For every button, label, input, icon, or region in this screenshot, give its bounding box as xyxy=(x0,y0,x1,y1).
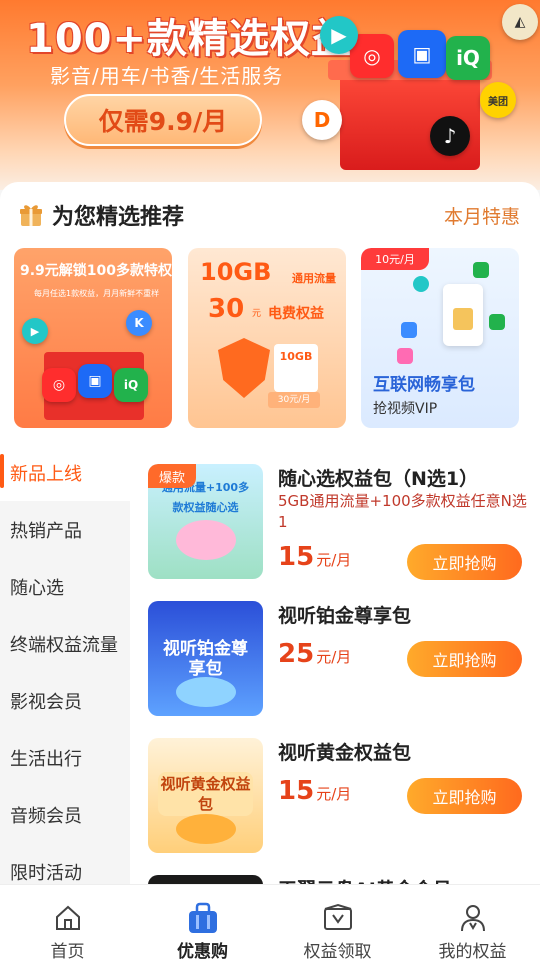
buy-now-button[interactable]: 立即抢购 xyxy=(407,544,522,580)
petrochina-icon: ◭ xyxy=(502,4,538,40)
card-data-amount: 10GB xyxy=(200,258,272,286)
user-icon xyxy=(456,901,490,935)
iqiyi-icon xyxy=(473,262,489,278)
card-subtitle: 每月任选1款权益，月月新鲜不重样 xyxy=(34,289,160,298)
youku-icon: ▣ xyxy=(78,364,112,398)
tencent-video-icon: ▶ xyxy=(22,318,48,344)
category-device-data[interactable]: 终端权益流量 xyxy=(0,615,130,672)
kugou-icon: K xyxy=(126,310,152,336)
tab-my-rights[interactable]: 我的权益 xyxy=(405,885,540,974)
price-value: 15 xyxy=(278,776,315,806)
tencent-video-icon xyxy=(413,276,429,292)
category-free-choice[interactable]: 随心选 xyxy=(0,558,130,615)
youku-icon: ▣ xyxy=(398,30,446,78)
card-benefit-unit: 元 xyxy=(252,309,262,319)
tab-label: 权益领取 xyxy=(303,942,372,962)
product-item[interactable]: 视听黄金权益包 视听黄金权益包 15 元/月 立即抢购 xyxy=(130,738,540,868)
category-new[interactable]: 新品上线 xyxy=(0,444,130,501)
vip-illustration xyxy=(176,520,236,560)
card-benefit-amount: 30 xyxy=(208,294,245,324)
product-list: 通用流量+100多款权益随心选 爆款 随心选权益包（N选1） 5GB通用流量+1… xyxy=(130,444,540,884)
product-price: 15 元/月 xyxy=(278,776,351,806)
diamond-icon xyxy=(401,322,417,338)
card-benefit-label: 电费权益 xyxy=(268,306,324,322)
sim-chip-icon xyxy=(453,308,473,330)
meituan-icon: 美团 xyxy=(480,82,516,118)
card-data-label: 通用流量 xyxy=(292,272,336,285)
category-hot[interactable]: 热销产品 xyxy=(0,501,130,558)
thumbnail-text: 视听铂金尊享包 xyxy=(163,639,248,679)
recommend-header: 为您精选推荐 xyxy=(18,200,184,230)
product-title: 视听铂金尊享包 xyxy=(278,605,412,627)
price-value: 15 xyxy=(278,542,315,572)
play-illustration xyxy=(176,814,236,844)
category-life-travel[interactable]: 生活出行 xyxy=(0,729,130,786)
tab-home[interactable]: 首页 xyxy=(0,885,135,974)
price-unit: 元/月 xyxy=(316,648,352,666)
recommend-title: 为您精选推荐 xyxy=(52,205,185,230)
home-icon xyxy=(51,901,85,935)
buy-now-button[interactable]: 立即抢购 xyxy=(407,778,522,814)
iqiyi-icon: iQ xyxy=(114,368,148,402)
netease-music-icon: ◎ xyxy=(42,368,76,402)
recommend-card-rights[interactable]: 9.9元解锁100多款特权 每月任选1款权益，月月新鲜不重样 ◎ ▣ iQ ▶ … xyxy=(14,248,172,428)
banner-cta-button[interactable]: 仅需9.9/月 xyxy=(64,94,262,146)
product-thumbnail xyxy=(148,875,263,884)
gift-box-illustration: ◎ ▣ iQ ♪ 美团 D ▶ ◭ xyxy=(280,0,540,185)
price-unit: 元/月 xyxy=(316,551,352,569)
card-sim-tag: 10GB xyxy=(274,344,318,392)
lightning-shield-icon xyxy=(218,338,270,398)
product-thumbnail: 视听黄金权益包 xyxy=(148,738,263,853)
hot-badge: 爆款 xyxy=(148,464,196,488)
product-item[interactable]: 天翼云盘AI黄金会员 xyxy=(130,875,540,884)
category-audio-vip[interactable]: 音频会员 xyxy=(0,786,130,843)
price-unit: 元/月 xyxy=(316,785,352,803)
recommend-section: 为您精选推荐 本月特惠 9.9元解锁100多款特权 每月任选1款权益，月月新鲜不… xyxy=(0,182,540,444)
card-price-tag: 30元/月 xyxy=(268,392,320,408)
product-price: 15 元/月 xyxy=(278,542,351,572)
tencent-video-icon: ▶ xyxy=(320,16,358,54)
thumbnail-text: 视听黄金权益包 xyxy=(158,772,253,816)
card-price-tag: 10元/月 xyxy=(361,248,429,270)
shopping-bag-icon xyxy=(186,901,220,935)
banner-subtitle: 影音/用车/书香/生活服务 xyxy=(50,64,284,88)
product-title: 随心选权益包（N选1） xyxy=(278,468,479,490)
tab-label: 优惠购 xyxy=(177,942,228,962)
play-illustration xyxy=(176,677,236,707)
tab-claim-rights[interactable]: 权益领取 xyxy=(270,885,405,974)
product-description: 5GB通用流量+100多款权益任意N选1 xyxy=(278,492,527,531)
recommend-card-internet[interactable]: 10元/月 互联网畅享包 抢视频VIP xyxy=(361,248,519,428)
card-title: 9.9元解锁100多款特权 xyxy=(20,263,172,279)
tab-label: 我的权益 xyxy=(438,942,507,962)
voucher-icon xyxy=(321,901,355,935)
promo-banner[interactable]: 100+款精选权益 影音/用车/书香/生活服务 仅需9.9/月 ◎ ▣ iQ ♪… xyxy=(0,0,540,190)
recommend-card-data-electricity[interactable]: 10GB 通用流量 30 元 电费权益 10GB 30元/月 xyxy=(188,248,346,428)
product-item[interactable]: 通用流量+100多款权益随心选 爆款 随心选权益包（N选1） 5GB通用流量+1… xyxy=(130,464,540,594)
tab-label: 首页 xyxy=(50,942,85,962)
category-video-vip[interactable]: 影视会员 xyxy=(0,672,130,729)
didi-icon: D xyxy=(302,100,342,140)
gift-icon xyxy=(20,205,42,226)
product-thumbnail: 通用流量+100多款权益随心选 爆款 xyxy=(148,464,263,579)
product-price: 25 元/月 xyxy=(278,639,351,669)
buy-now-button[interactable]: 立即抢购 xyxy=(407,641,522,677)
product-item[interactable]: 视听铂金尊享包 视听铂金尊享包 25 元/月 立即抢购 xyxy=(130,601,540,731)
monthly-special-link[interactable]: 本月特惠 xyxy=(444,202,520,229)
tiktok-icon: ♪ xyxy=(430,116,470,156)
product-thumbnail: 视听铂金尊享包 xyxy=(148,601,263,716)
category-sidebar: 新品上线 热销产品 随心选 终端权益流量 影视会员 生活出行 音频会员 限时活动 xyxy=(0,444,130,884)
tab-deals[interactable]: 优惠购 xyxy=(135,885,270,974)
mango-tv-icon xyxy=(397,348,413,364)
iqiyi-icon: iQ xyxy=(446,36,490,80)
product-title: 天翼云盘AI黄金会员 xyxy=(278,875,530,884)
card-title: 互联网畅享包 xyxy=(373,375,475,395)
bottom-tab-bar: 首页 优惠购 权益领取 我的权益 xyxy=(0,884,540,974)
iqiyi-icon xyxy=(489,314,505,330)
product-title: 视听黄金权益包 xyxy=(278,742,412,764)
price-value: 25 xyxy=(278,639,315,669)
card-subtitle: 抢视频VIP xyxy=(373,401,438,417)
